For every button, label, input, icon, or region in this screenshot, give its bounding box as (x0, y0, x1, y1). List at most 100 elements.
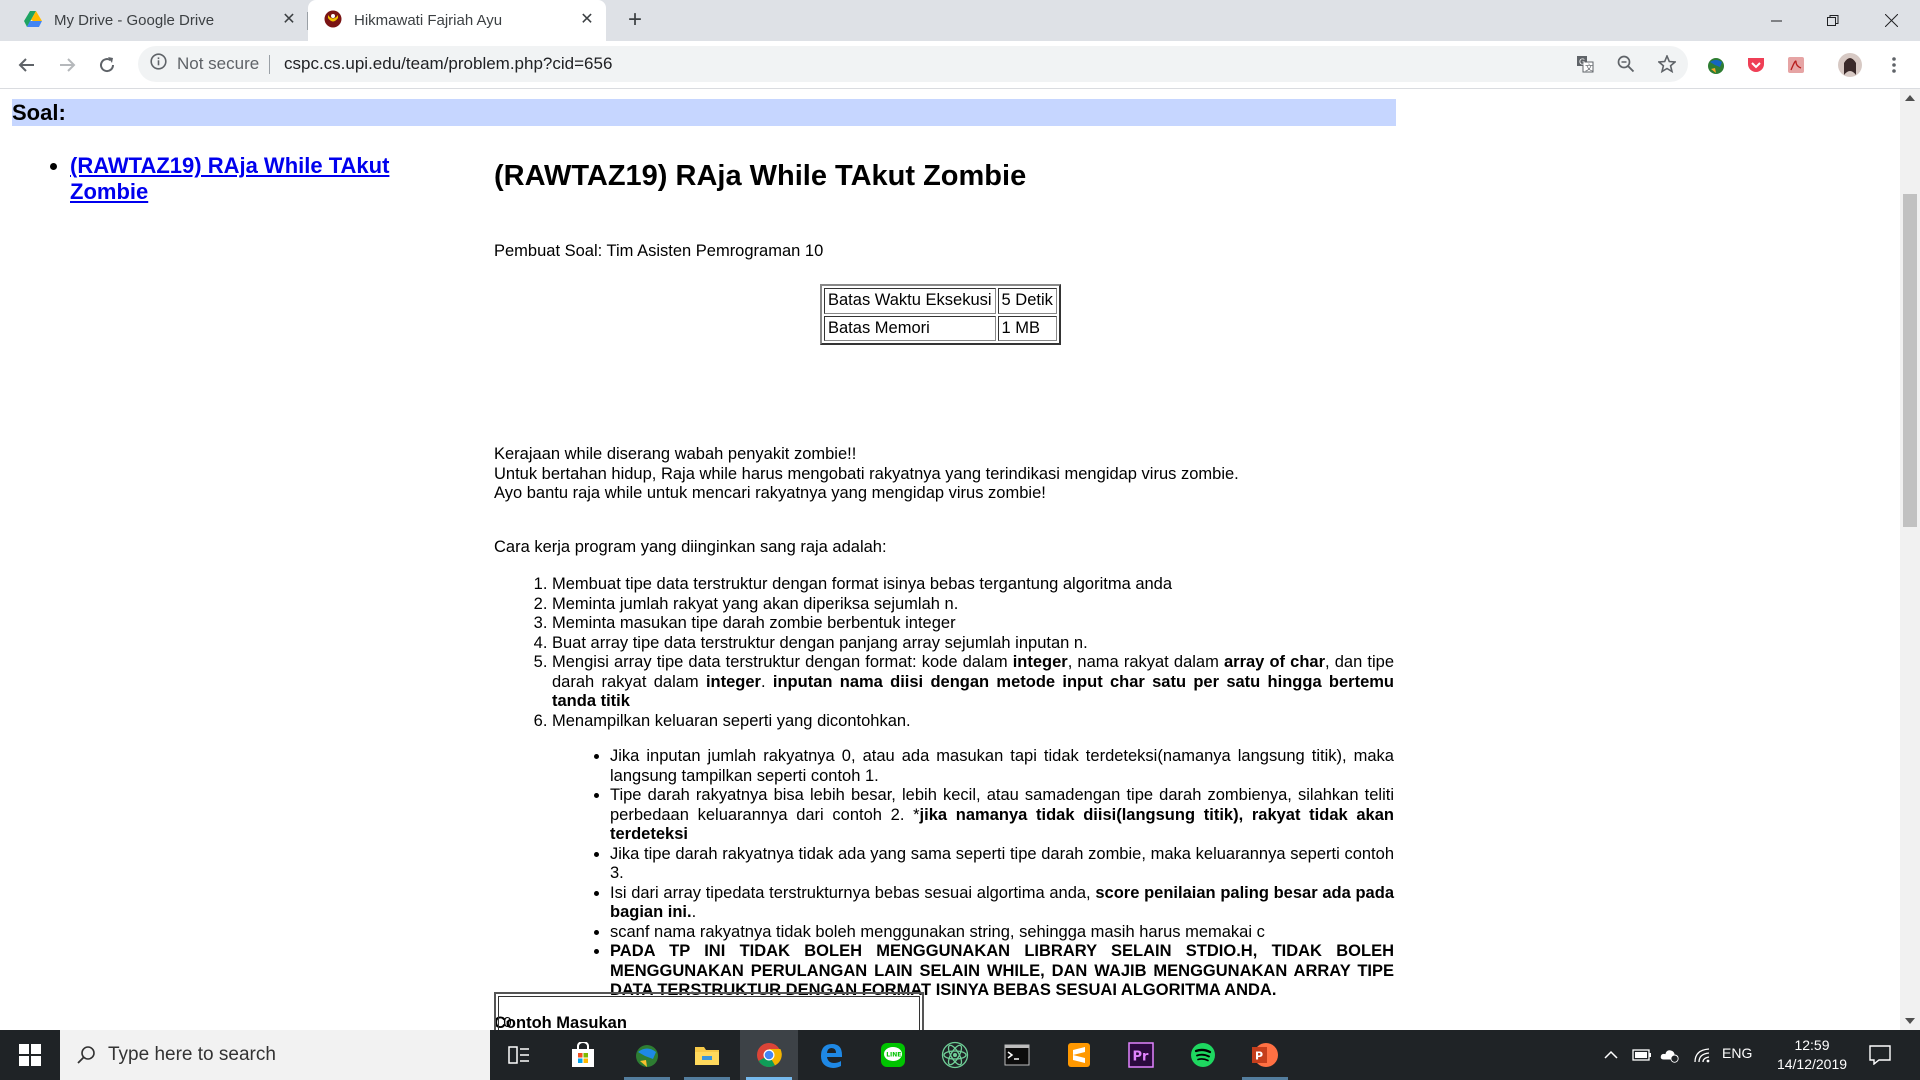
security-indicator[interactable]: Not secure (150, 46, 259, 82)
svg-text:Pr: Pr (1133, 1050, 1150, 1065)
svg-text:LINE: LINE (886, 1052, 901, 1059)
limit-value: 5 Detik (997, 288, 1057, 314)
tab-title: Hikmawati Fajriah Ayu (354, 12, 503, 29)
premiere-pro-icon[interactable]: Pr (1112, 1030, 1170, 1080)
page-scrollbar[interactable] (1900, 89, 1920, 1030)
forward-arrow-icon[interactable] (52, 50, 82, 80)
battery-icon[interactable] (1632, 1045, 1652, 1065)
google-drive-icon (24, 10, 42, 31)
minimize-icon[interactable] (1754, 0, 1800, 41)
info-icon (150, 53, 167, 75)
problem-title: (RAWTAZ19) RAja While TAkut Zombie (494, 160, 1027, 192)
address-separator (269, 55, 270, 74)
note-text: Isi dari array tipedata terstrukturnya b… (610, 883, 1096, 902)
problem-list: (RAWTAZ19) RAja While TAkut Zombie (46, 153, 450, 205)
note-text: . (691, 903, 697, 921)
globe-app-icon[interactable] (618, 1030, 676, 1080)
chrome-icon[interactable] (740, 1030, 798, 1080)
close-tab-icon[interactable]: ✕ (578, 11, 596, 29)
note-item: Isi dari array tipedata terstrukturnya b… (610, 884, 1394, 923)
reload-icon[interactable] (92, 50, 122, 80)
search-icon (77, 1046, 95, 1064)
back-arrow-icon[interactable] (12, 50, 42, 80)
menu-kebab-icon[interactable] (1884, 55, 1904, 75)
terminal-icon[interactable] (988, 1030, 1046, 1080)
sample-input-text: 0 (498, 996, 920, 1030)
svg-text:文: 文 (1585, 63, 1593, 73)
step-item: Buat array tipe data terstruktur dengan … (552, 634, 1394, 654)
url-text[interactable]: cspc.cs.upi.edu/team/problem.php?cid=656 (284, 46, 612, 82)
steps-list: Membuat tipe data terstruktur dengan for… (494, 575, 1394, 1001)
file-explorer-icon[interactable] (678, 1030, 736, 1080)
tab-google-drive[interactable]: My Drive - Google Drive ✕ (8, 0, 308, 41)
problem-author: Pembuat Soal: Tim Asisten Pemrograman 10 (494, 242, 824, 260)
step-text: Menampilkan keluaran seperti yang dicont… (552, 711, 911, 730)
limits-table: Batas Waktu Eksekusi 5 Detik Batas Memor… (820, 284, 1061, 345)
new-tab-button[interactable]: + (622, 8, 648, 34)
translate-icon[interactable]: G文 (1575, 54, 1595, 74)
intro-line: Kerajaan while diserang wabah penyakit z… (494, 445, 857, 463)
step-item: Meminta jumlah rakyat yang akan diperiks… (552, 595, 1394, 615)
clock-time: 12:59 (1794, 1037, 1830, 1053)
line-app-icon[interactable]: LINE (864, 1030, 922, 1080)
problem-link[interactable]: (RAWTAZ19) RAja While TAkut Zombie (70, 153, 389, 204)
language-indicator[interactable]: ENG (1722, 1045, 1752, 1061)
step-item: Meminta masukan tipe darah zombie berben… (552, 614, 1394, 634)
step-item: Menampilkan keluaran seperti yang dicont… (552, 712, 1394, 1001)
pocket-extension-icon[interactable] (1746, 55, 1766, 75)
taskbar-search-box[interactable]: Type here to search (60, 1030, 490, 1080)
tab-title: My Drive - Google Drive (54, 12, 215, 29)
search-placeholder: Type here to search (108, 1044, 276, 1065)
step-item: Membuat tipe data terstruktur dengan for… (552, 575, 1394, 595)
bookmark-star-icon[interactable] (1657, 54, 1677, 74)
windows-taskbar: Type here to search LINE Pr P ENG 12:59 … (0, 1030, 1920, 1080)
upi-logo-icon (324, 10, 342, 32)
wifi-icon[interactable] (1692, 1045, 1712, 1065)
pdf-extension-icon[interactable] (1786, 55, 1806, 75)
start-button[interactable] (0, 1030, 60, 1080)
edge-icon[interactable] (802, 1030, 860, 1080)
page-viewport: Soal: (RAWTAZ19) RAja While TAkut Zombie… (0, 89, 1900, 1030)
tab-strip: My Drive - Google Drive ✕ Hikmawati Fajr… (0, 0, 1920, 41)
address-bar[interactable]: Not secure cspc.cs.upi.edu/team/problem.… (138, 46, 1688, 82)
sublime-text-icon[interactable] (1050, 1030, 1108, 1080)
problem-intro: Kerajaan while diserang wabah penyakit z… (494, 445, 1374, 504)
restore-icon[interactable] (1810, 0, 1856, 41)
step-bold: integer (1012, 653, 1068, 671)
task-view-icon[interactable] (490, 1030, 548, 1080)
problem-list-item: (RAWTAZ19) RAja While TAkut Zombie (70, 153, 450, 205)
taskbar-clock[interactable]: 12:59 14/12/2019 (1764, 1036, 1860, 1074)
close-tab-icon[interactable]: ✕ (280, 11, 298, 29)
spotify-icon[interactable] (1174, 1030, 1232, 1080)
notification-icon[interactable] (1868, 1043, 1892, 1067)
notes-list: Jika inputan jumlah rakyatnya 0, atau ad… (552, 747, 1394, 1001)
limit-value: 1 MB (997, 315, 1057, 341)
zoom-icon[interactable] (1616, 54, 1636, 74)
problem-content: (RAWTAZ19) RAja While TAkut Zombie Pembu… (494, 159, 1394, 1030)
sample-input-box: 0 (494, 992, 924, 1030)
profile-avatar[interactable] (1838, 53, 1862, 77)
globe-extension-icon[interactable] (1706, 55, 1726, 75)
microsoft-store-icon[interactable] (554, 1030, 612, 1080)
clock-date: 14/12/2019 (1776, 1056, 1848, 1072)
intro-line: Ayo bantu raja while untuk mencari rakya… (494, 484, 1046, 502)
step-bold: array of char (1223, 653, 1326, 671)
step-text: , nama rakyat dalam (1067, 653, 1224, 671)
scroll-thumb[interactable] (1903, 194, 1917, 527)
soal-heading: Soal: (12, 100, 66, 125)
table-row: Batas Memori 1 MB (824, 315, 1057, 341)
windows-logo-icon (19, 1044, 41, 1066)
close-window-icon[interactable] (1868, 0, 1914, 41)
scroll-up-arrow-icon[interactable] (1905, 95, 1915, 101)
powerpoint-icon[interactable]: P (1236, 1030, 1294, 1080)
chevron-up-icon[interactable] (1601, 1045, 1621, 1065)
note-item: Tipe darah rakyatnya bisa lebih besar, l… (610, 786, 1394, 845)
step-text: . (760, 672, 773, 691)
note-item: Jika tipe darah rakyatnya tidak ada yang… (610, 845, 1394, 884)
scroll-down-arrow-icon[interactable] (1905, 1018, 1915, 1024)
step-bold: integer (705, 672, 761, 691)
atom-icon[interactable] (926, 1030, 984, 1080)
note-item: Jika inputan jumlah rakyatnya 0, atau ad… (610, 747, 1394, 786)
tab-upi-problem[interactable]: Hikmawati Fajriah Ayu ✕ (308, 0, 606, 41)
onedrive-sync-icon[interactable] (1660, 1045, 1680, 1065)
